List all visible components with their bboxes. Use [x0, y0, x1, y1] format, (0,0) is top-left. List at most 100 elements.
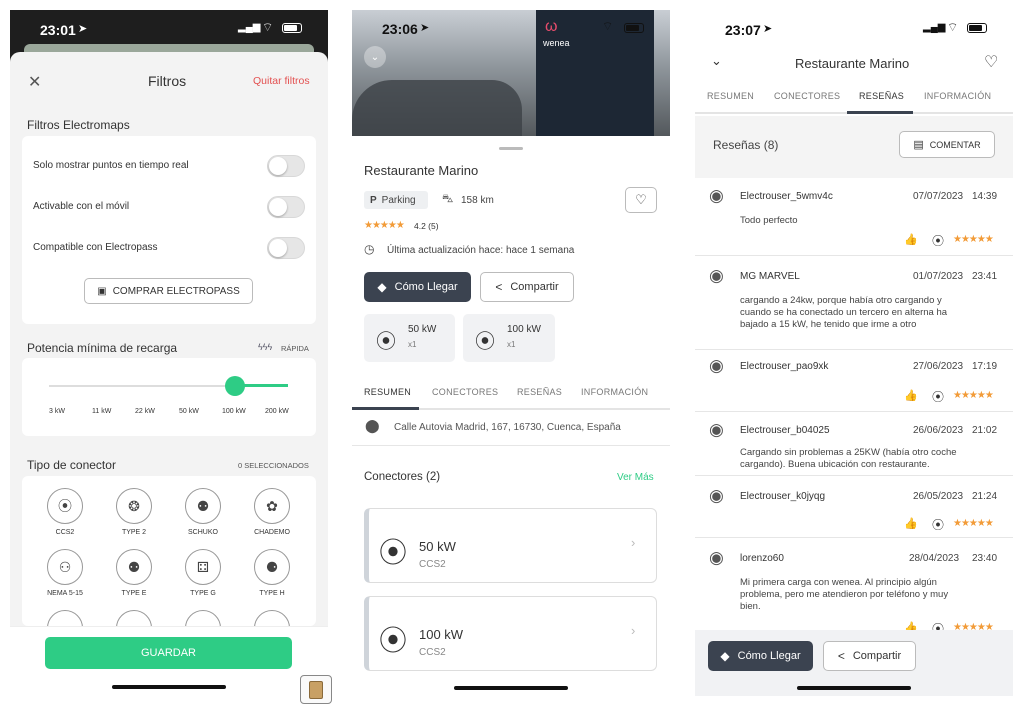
- directions-icon: ◆: [377, 280, 387, 294]
- close-icon[interactable]: ✕: [28, 72, 41, 92]
- signal-icon: ▂▄▆: [238, 22, 261, 33]
- chademo-connector-option[interactable]: ✿: [254, 488, 290, 524]
- connector-section-title: Tipo de conector: [27, 458, 116, 472]
- favorite-button[interactable]: ♡: [625, 187, 657, 213]
- mobile-toggle[interactable]: [267, 196, 305, 218]
- connector-label: TYPE E: [121, 590, 147, 597]
- connectors-title: Conectores (2): [364, 471, 441, 483]
- tab-reviews[interactable]: RESEÑAS: [859, 91, 904, 101]
- reviews-screen: 23:07 ➤ ▂▄▆ ⌔ ⌄ Restaurante Marino ♡ RES…: [695, 10, 1013, 696]
- fast-badge: RÁPIDA: [281, 344, 309, 353]
- fast-charge-icon: ϟϟϟ: [258, 342, 273, 352]
- review-item: ◉ Electrouser_pao9xk 27/06/2023 17:19 👍 …: [695, 350, 1013, 412]
- location-pin-icon: ⬤: [365, 418, 380, 433]
- power-tick: 11 kW: [92, 408, 112, 415]
- directions-label: Cómo Llegar: [394, 281, 458, 293]
- tab-information[interactable]: INFORMACIÓN: [581, 387, 648, 397]
- review-text: cargando a 24kw, porque había otro carga…: [740, 295, 942, 306]
- typeg-icon: ⚃: [196, 558, 210, 575]
- home-indicator: [112, 685, 226, 689]
- rating-stars: ★★★★★: [953, 518, 994, 529]
- ccs2-icon: ⦿: [932, 518, 945, 532]
- ccs2-icon: ⦿: [379, 537, 408, 568]
- connector-card[interactable]: ⦿ 50 kW CCS2 ›: [364, 508, 657, 583]
- realtime-toggle[interactable]: [267, 155, 305, 177]
- typee-connector-option[interactable]: ⚉: [116, 549, 152, 585]
- typeh-connector-option[interactable]: ⚈: [254, 549, 290, 585]
- tab-connectors[interactable]: CONECTORES: [432, 387, 498, 397]
- status-time: 23:06: [382, 21, 418, 37]
- connector-power: 50 kW: [419, 539, 456, 554]
- schuko-connector-option[interactable]: ⚉: [185, 488, 221, 524]
- connector-card[interactable]: ⦿ 100 kW CCS2 ›: [364, 596, 657, 671]
- share-icon: <: [495, 280, 503, 294]
- tab-reviews[interactable]: RESEÑAS: [517, 387, 562, 397]
- address-text: Calle Autovia Madrid, 167, 16730, Cuenca…: [394, 422, 621, 433]
- nema-connector-option[interactable]: ⚇: [47, 549, 83, 585]
- ccs2-icon: ⦿: [379, 625, 408, 656]
- share-button[interactable]: < Compartir: [480, 272, 574, 302]
- heart-icon[interactable]: ♡: [984, 52, 998, 72]
- station-photo: wenea ω 23:06 ➤ ⌔ ⌄: [352, 10, 670, 136]
- header-title: Restaurante Marino: [795, 56, 910, 71]
- see-more-link[interactable]: Ver Más: [617, 472, 654, 483]
- connector-chip[interactable]: ⦿ 100 kW x1: [463, 314, 555, 362]
- tab-connectors[interactable]: CONECTORES: [774, 91, 840, 101]
- share-label: Compartir: [852, 650, 902, 662]
- review-time: 21:24: [972, 491, 998, 502]
- chip-power: 50 kW: [408, 324, 437, 335]
- thumbs-up-icon: 👍: [904, 518, 918, 530]
- active-tab-indicator: [352, 407, 419, 410]
- wifi-icon: ⌔: [602, 19, 614, 33]
- review-text: Cargando sin problemas a 25KW (había otr…: [740, 447, 957, 458]
- location-arrow-icon: ➤: [78, 23, 88, 35]
- type2-connector-option[interactable]: ❂: [116, 488, 152, 524]
- connector-label: SCHUKO: [188, 529, 218, 536]
- directions-button[interactable]: ◆ Cómo Llegar: [708, 641, 813, 671]
- review-tabs: RESUMEN CONECTORES RESEÑAS INFORMACIÓN: [695, 86, 1013, 114]
- home-indicator: [797, 686, 911, 690]
- power-tick: 200 kW: [265, 408, 289, 415]
- rating-value: 4.2 (5): [414, 221, 439, 231]
- buy-electropass-button[interactable]: ▣ COMPRAR ELECTROPASS: [84, 278, 253, 304]
- review-item: ◉ lorenzo60 28/04/2023 23:40 Mi primera …: [695, 538, 1013, 636]
- electropass-toggle[interactable]: [267, 237, 305, 259]
- review-text: bajado a 15 kW, he tenido que irme a otr…: [740, 319, 917, 330]
- chip-count: x1: [408, 340, 417, 349]
- power-tick: 22 kW: [135, 408, 155, 415]
- review-item: ◉ Electrouser_k0jyqg 26/05/2023 21:24 👍 …: [695, 476, 1013, 538]
- save-button[interactable]: GUARDAR: [45, 637, 292, 669]
- connector-label: TYPE H: [259, 590, 285, 597]
- tab-summary[interactable]: RESUMEN: [364, 387, 411, 397]
- tab-information[interactable]: INFORMACIÓN: [924, 91, 991, 101]
- connector-chip[interactable]: ⦿ 50 kW x1: [364, 314, 455, 362]
- chevron-down-icon: ⌄: [370, 51, 380, 63]
- directions-button[interactable]: ◆ Cómo Llegar: [364, 272, 471, 302]
- review-date: 28/04/2023: [909, 553, 960, 564]
- slider-thumb[interactable]: [225, 376, 245, 396]
- type2-icon: ❂: [128, 497, 140, 514]
- comment-button[interactable]: ▤ COMENTAR: [899, 131, 995, 158]
- typeg-connector-option[interactable]: ⚃: [185, 549, 221, 585]
- station-screen: wenea ω 23:06 ➤ ⌔ ⌄ Restaurante Marino P…: [352, 10, 670, 696]
- buy-electropass-label: COMPRAR ELECTROPASS: [112, 285, 240, 297]
- rating-stars: ★★★★★: [364, 220, 405, 231]
- status-time: 23:01: [40, 22, 76, 38]
- collapse-button[interactable]: ⌄: [364, 46, 386, 68]
- clear-filters-link[interactable]: Quitar filtros: [253, 75, 310, 87]
- car-icon: ⛍: [442, 193, 454, 205]
- chevron-down-icon[interactable]: ⌄: [711, 53, 722, 69]
- drag-handle[interactable]: [499, 147, 523, 150]
- brand-label: wenea: [543, 38, 570, 48]
- slider-track[interactable]: [49, 385, 235, 387]
- parking-icon: P: [370, 194, 377, 206]
- heart-icon: ♡: [635, 192, 647, 207]
- electromaps-card: Solo mostrar puntos en tiempo real Activ…: [22, 136, 316, 324]
- electromaps-section-title: Filtros Electromaps: [27, 118, 130, 132]
- ccs2-icon: ⦿: [376, 331, 396, 353]
- share-button[interactable]: < Compartir: [823, 641, 916, 671]
- tab-summary[interactable]: RESUMEN: [707, 91, 754, 101]
- ccs2-connector-option[interactable]: ⦿: [47, 488, 83, 524]
- ccs2-icon: ⦿: [58, 498, 72, 514]
- save-button-label: GUARDAR: [140, 647, 196, 659]
